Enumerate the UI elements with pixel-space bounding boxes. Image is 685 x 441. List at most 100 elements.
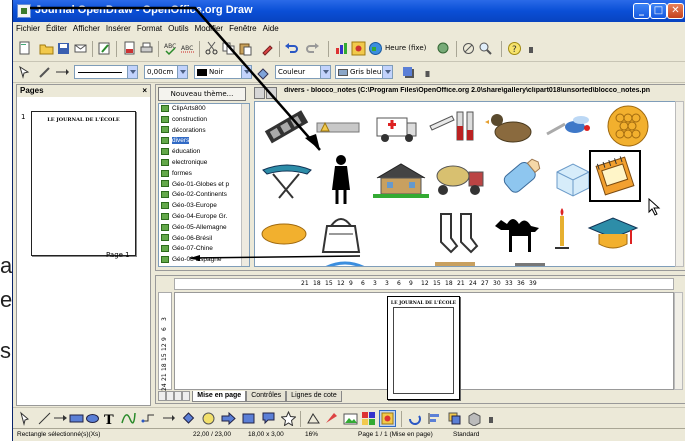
theme-item[interactable]: Géo-02-Continents [159,190,249,201]
arrange-icon[interactable] [447,411,462,426]
rotate-icon[interactable] [407,411,422,426]
export-pdf-icon[interactable] [122,41,137,56]
theme-item[interactable]: formes [159,169,249,180]
close-button[interactable]: ✕ [667,3,684,19]
icon-view-button[interactable] [254,87,265,99]
arrow-tool-icon[interactable] [53,411,68,426]
gallery-active-icon[interactable] [379,410,396,427]
flowchart-icon[interactable] [241,411,256,426]
new-document-icon[interactable] [17,41,32,56]
drawbar-options-icon[interactable] [487,411,495,426]
toolbar-options-icon[interactable] [527,41,535,56]
theme-list[interactable]: ClipArts800 construction décorations div… [158,103,250,267]
theme-item[interactable]: ClipArts800 [159,104,249,115]
woman-silhouette-icon[interactable] [321,152,361,212]
zoom-icon[interactable] [478,41,493,56]
points-icon[interactable] [306,411,321,426]
menu-modifier[interactable]: Modifier [192,22,226,33]
area-fill-icon[interactable] [256,65,271,80]
edit-file-icon[interactable] [97,41,112,56]
tab-lignes-de-cote[interactable]: Lignes de cote [286,391,342,402]
chart-icon[interactable] [334,41,349,56]
fontwork-icon[interactable] [324,411,339,426]
close-icon[interactable]: × [142,85,147,97]
notepad-selected-item[interactable] [589,150,641,202]
heure-fixe-label[interactable]: Heure (fixe) [385,44,426,52]
drawing-vertical-scrollbar[interactable] [674,292,683,390]
first-tab-button[interactable] [158,391,166,401]
line-color-select[interactable]: Noir [194,65,252,79]
menu-afficher[interactable]: Afficher [70,22,103,33]
rectangle-tool-icon[interactable] [69,411,84,426]
connector-tool-icon[interactable] [141,411,156,426]
menu-format[interactable]: Format [134,22,165,33]
baby-bottle-icon[interactable] [491,154,547,202]
menu-fenetre[interactable]: Fenêtre [226,22,260,33]
symbol-shapes-icon[interactable] [201,411,216,426]
shadow-icon[interactable] [401,65,416,80]
line-style-select[interactable] [74,65,138,79]
detail-view-button[interactable] [266,87,277,99]
toolbar2-options-icon[interactable] [420,65,435,80]
gallery-items-area[interactable] [254,101,677,267]
menu-outils[interactable]: Outils [165,22,191,33]
theme-list-scrollbar[interactable] [241,104,249,266]
text-tool-icon[interactable]: T [102,411,117,426]
arrow-style-icon[interactable] [54,65,69,80]
ambulance-icon[interactable] [373,110,419,144]
graduation-icon[interactable] [585,208,639,256]
ironing-board-icon[interactable] [259,152,315,204]
cut-icon[interactable] [204,41,219,56]
stop-icon[interactable] [461,41,476,56]
redo-icon[interactable] [305,41,320,56]
page-frame[interactable] [393,307,454,394]
print-icon[interactable] [139,41,154,56]
callouts-icon[interactable] [261,411,276,426]
theme-item[interactable]: Géo-04-Europe Gr. [159,212,249,223]
select-arrow-icon[interactable] [17,411,32,426]
data-sources-icon[interactable] [436,41,451,56]
menu-aide[interactable]: Aide [260,22,282,33]
save-icon[interactable] [56,41,71,56]
extrusion-icon[interactable] [467,411,482,426]
help-icon[interactable]: ? [507,41,522,56]
theme-item[interactable]: Géo-05-Allemagne [159,223,249,234]
app-icon[interactable] [17,4,31,18]
theme-item[interactable]: Géo-01-Globes et p [159,180,249,191]
line-style-icon[interactable] [37,65,52,80]
minimize-button[interactable]: _ [633,3,650,19]
spellcheck-icon[interactable]: ABC [163,41,178,56]
auto-spellcheck-icon[interactable]: ABC [180,41,195,56]
theme-item[interactable]: electronique [159,158,249,169]
align-icon[interactable] [427,411,442,426]
handbag-icon[interactable] [319,210,363,256]
film-strip-icon[interactable] [261,106,311,146]
theme-item[interactable]: Géo-07-Chine [159,244,249,255]
house-icon[interactable] [373,158,429,200]
format-paintbrush-icon[interactable] [260,41,275,56]
undo-icon[interactable] [284,41,299,56]
honeycomb-icon[interactable] [605,104,651,148]
navigator-globe-icon[interactable] [368,41,383,56]
warning-bar-icon[interactable] [315,118,361,136]
menu-editer[interactable]: Éditer [43,22,70,33]
last-tab-button[interactable] [182,391,190,401]
drawing-canvas[interactable]: LE JOURNAL DE L'ÉCOLE [174,292,674,400]
theme-item[interactable]: Géo-06-Brésil [159,234,249,245]
camel-icon[interactable] [489,210,545,256]
lines-arrows-icon[interactable] [161,411,176,426]
theme-item[interactable]: Géo-03-Europe [159,201,249,212]
line-tool-icon[interactable] [37,411,52,426]
new-theme-button[interactable]: Nouveau thème... [158,87,246,101]
prev-tab-button[interactable] [166,391,174,401]
tab-controles[interactable]: Contrôles [246,391,287,402]
stars-icon[interactable] [281,411,296,426]
area-color-select[interactable]: Gris bleu [335,65,393,79]
block-arrows-icon[interactable] [221,411,236,426]
menu-fichier[interactable]: Fichier [13,22,43,33]
theme-item[interactable]: décorations [159,126,249,137]
status-zoom[interactable]: 16% [305,431,318,438]
candle-icon[interactable] [553,206,571,252]
gallery-scrollbar[interactable] [675,101,684,267]
theme-item-selected[interactable]: divers [159,136,249,147]
